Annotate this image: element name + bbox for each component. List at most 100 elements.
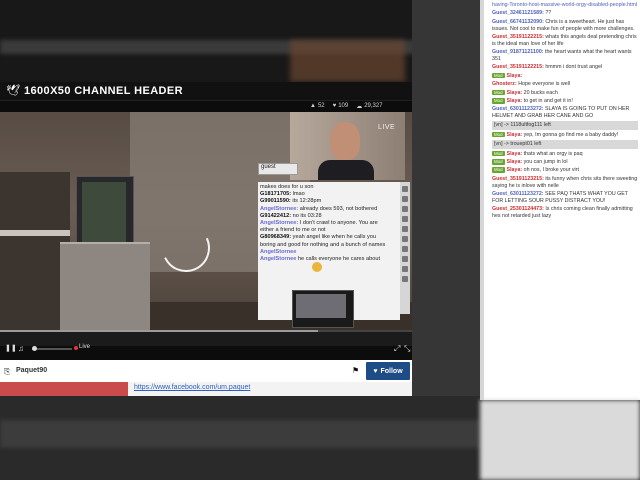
volume-slider[interactable] bbox=[32, 348, 72, 350]
video-chat-text: lmao bbox=[292, 191, 305, 198]
chat-messages: having-Toronto-host-massive-world-orgy-d… bbox=[492, 2, 638, 221]
video-chat-messages: makes does for u son G18171705: lmao G9901… bbox=[260, 184, 386, 263]
cam-person-head bbox=[330, 122, 360, 160]
chat-system-message: [vn] -> trouept01 left bbox=[492, 140, 638, 150]
video-chat-message: G18171705: lmao bbox=[260, 191, 386, 198]
chat-text: 20 bucks each bbox=[523, 89, 558, 96]
volume-knob[interactable] bbox=[32, 346, 37, 351]
chat-username[interactable]: Guest_35191122215: bbox=[492, 64, 545, 70]
flag-icon[interactable]: ⚑ bbox=[352, 366, 359, 375]
chat-username[interactable]: Ghosterz: bbox=[492, 81, 518, 87]
video-thumbnail-image bbox=[296, 294, 346, 318]
channel-header-title: 1600X50 CHANNEL HEADER bbox=[24, 85, 183, 97]
video-chat-username[interactable]: G18171705: bbox=[260, 191, 293, 197]
chat-username[interactable]: Guest_66741132090: bbox=[492, 19, 545, 25]
chat-message: Guest_35191122215: whats this angels dea… bbox=[492, 34, 638, 48]
chat-username[interactable]: Guest_63011123272: bbox=[492, 191, 545, 197]
chat-message: Guest_91871121100: the heart wants what … bbox=[492, 49, 638, 63]
chat-system-message: [vn] -> 1118ultfog111 left bbox=[492, 121, 638, 131]
mod-badge: Mod bbox=[492, 89, 505, 96]
chat-username[interactable]: Slaya: bbox=[507, 98, 524, 104]
background-strip bbox=[0, 40, 480, 54]
smiley-icon bbox=[312, 262, 322, 272]
chat-scrollbar[interactable] bbox=[480, 0, 484, 400]
chat-message: Guest_63011123272: SEE PAQ THATS WHAT YO… bbox=[492, 191, 638, 205]
chat-username[interactable]: Guest_35191122215: bbox=[492, 34, 545, 40]
video-chat-tab[interactable]: guest bbox=[258, 163, 298, 175]
chat-text: yep, Im gonna go find me a baby daddy! bbox=[523, 131, 619, 138]
video-chat-text: he calls everyone he cares about bbox=[297, 256, 381, 263]
toolbar-icon[interactable] bbox=[402, 206, 408, 212]
chat-username[interactable]: Slaya: bbox=[507, 73, 523, 79]
toolbar-icon[interactable] bbox=[402, 236, 408, 242]
mod-badge: Mod bbox=[492, 150, 505, 157]
video-chat-username[interactable]: G99011590: bbox=[260, 198, 292, 204]
chat-username[interactable]: Guest_91871121100: bbox=[492, 49, 545, 55]
pause-icon[interactable]: ❚❚ bbox=[5, 345, 17, 352]
channel-name[interactable]: Paquet90 bbox=[16, 367, 47, 374]
background-logo bbox=[6, 4, 166, 22]
tv-icon: ⎘ bbox=[4, 367, 11, 376]
chat-text: to get in and get it in! bbox=[523, 97, 573, 104]
chat-message: Mod Slaya: 20 bucks each bbox=[492, 89, 638, 97]
chat-username[interactable]: Slaya: bbox=[507, 132, 524, 138]
chat-text: Hope everyone is well bbox=[518, 81, 571, 88]
hearts-stat: ♥ 109 bbox=[332, 103, 349, 109]
video-chat-toolbar bbox=[400, 182, 410, 314]
chat-username[interactable]: Slaya: bbox=[507, 159, 524, 165]
channel-info-bar bbox=[0, 360, 412, 382]
video-chat-username[interactable]: G91422412: bbox=[260, 213, 293, 219]
popout-icon[interactable]: ⤡ bbox=[404, 344, 410, 354]
video-chat-username[interactable]: AngelStornee bbox=[260, 256, 298, 262]
video-chat-username[interactable]: AngelStornee: bbox=[260, 206, 300, 212]
toolbar-icon[interactable] bbox=[402, 266, 408, 272]
toolbar-icon[interactable] bbox=[402, 226, 408, 232]
chat-message: Guest_32461121589: ?? bbox=[492, 10, 638, 17]
toolbar-icon[interactable] bbox=[402, 196, 408, 202]
background-footer-bar bbox=[0, 420, 480, 448]
chat-username[interactable]: Guest_25301124473: bbox=[492, 206, 545, 212]
chat-username[interactable]: Guest_35191123215: bbox=[492, 176, 545, 182]
toolbar-icon[interactable] bbox=[402, 276, 408, 282]
cam-live-badge: LIVE bbox=[378, 124, 396, 131]
chat-message: Guest_35191123215: its funny when chris … bbox=[492, 176, 638, 190]
volume-icon[interactable]: ♫ bbox=[18, 344, 24, 353]
chat-message: Mod Slaya: oh nos, I broke your virt bbox=[492, 167, 638, 174]
video-counter-top bbox=[0, 230, 70, 236]
heart-icon: ♥ bbox=[332, 103, 337, 109]
toolbar-icon[interactable] bbox=[402, 216, 408, 222]
chat-message: Mod Slaya: you can jump in lol bbox=[492, 159, 638, 166]
chat-username[interactable]: Slaya: bbox=[507, 90, 524, 96]
toolbar-icon[interactable] bbox=[402, 246, 408, 252]
chat-message: Guest_63011123272: SLAYA IS GOING TO PUT… bbox=[492, 106, 638, 120]
chat-username[interactable]: Guest_63011123272: bbox=[492, 106, 545, 112]
video-chat-text: makes does for u son bbox=[260, 184, 314, 190]
video-chat-username[interactable]: AngelStornee: bbox=[260, 220, 300, 226]
bird-logo-icon: 🕊 bbox=[6, 85, 20, 97]
fullscreen-icon[interactable]: ⤢ bbox=[394, 344, 400, 354]
toolbar-icon[interactable] bbox=[402, 186, 408, 192]
viewers-icon: ☁ bbox=[356, 103, 363, 110]
video-chat-username[interactable]: AngelStornee bbox=[260, 249, 296, 255]
heart-icon: ♥ bbox=[373, 367, 378, 375]
video-chat-text: already does 593, not bothered bbox=[299, 205, 378, 212]
chat-username[interactable]: Guest_32461121589: bbox=[492, 10, 545, 16]
mod-badge: Mod bbox=[492, 167, 505, 174]
chat-text: thats what an orgy is paq bbox=[523, 150, 583, 157]
video-chat-message: G80968349: yeah angel like when he calls… bbox=[260, 234, 386, 248]
live-label: Live bbox=[79, 344, 91, 350]
toolbar-icon[interactable] bbox=[402, 256, 408, 262]
video-chat-username[interactable]: G80968349: bbox=[260, 234, 293, 240]
video-chat-message: G91422412: no its 03:28 bbox=[260, 213, 386, 220]
chat-message: Mod Slaya: to get in and get it in! bbox=[492, 97, 638, 105]
facebook-link[interactable]: https://www.facebook.com/um.paquet bbox=[134, 384, 250, 391]
video-chat-text: no its 03:28 bbox=[292, 212, 322, 219]
likes-stat: ▲ 52 bbox=[310, 103, 325, 109]
video-cabinet bbox=[60, 242, 150, 330]
chat-message: Guest_35191122215: hmmm i dont trust ang… bbox=[492, 64, 638, 71]
video-chat-message: AngelStornee: already does 593, not both… bbox=[260, 206, 386, 213]
chat-username[interactable]: Slaya: bbox=[507, 167, 524, 173]
chat-username[interactable]: Slaya: bbox=[507, 151, 524, 157]
mod-badge: Mod bbox=[492, 97, 505, 104]
follow-button[interactable]: ♥ Follow bbox=[366, 362, 410, 380]
